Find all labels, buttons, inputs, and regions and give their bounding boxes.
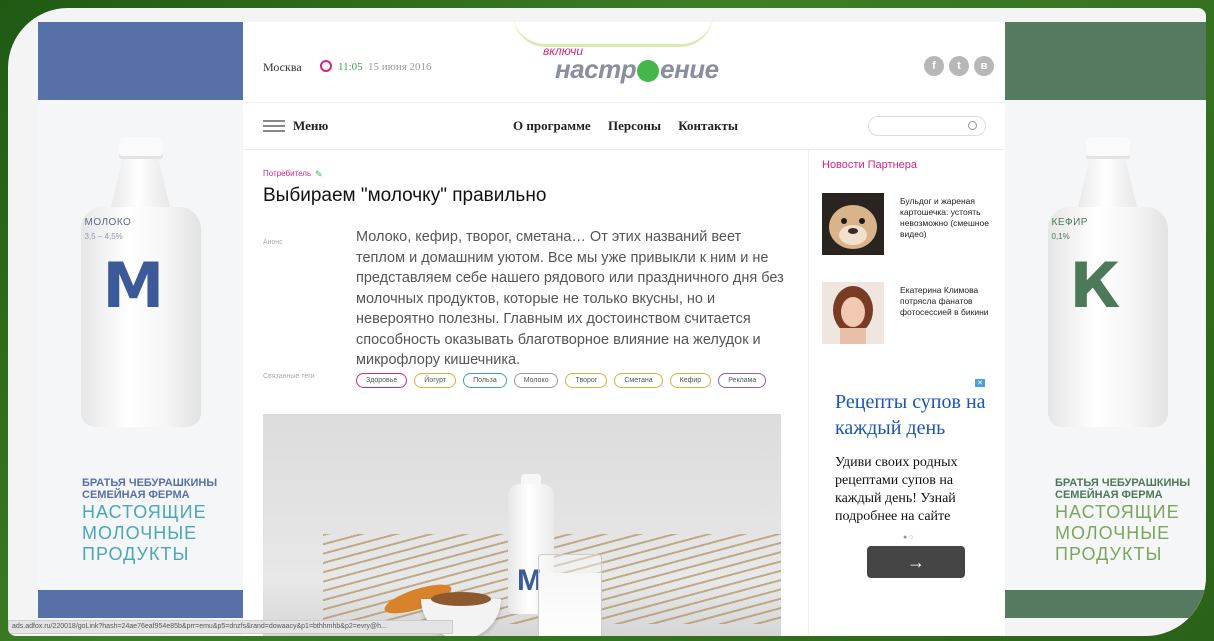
ad-slogan: НАСТОЯЩИЕ МОЛОЧНЫЕ ПРОДУКТЫ — [1055, 502, 1180, 564]
bottle-neck — [110, 159, 171, 209]
partner-news-text[interactable]: Екатерина Климова потрясла фанатов фотос… — [900, 285, 1000, 318]
logo-swoosh-decoration — [513, 14, 713, 47]
ad-arrow-button[interactable]: → — [867, 546, 965, 578]
left-banner-ad[interactable]: МОЛОКО 3,5 – 4,5% М БРАТЬЯ ЧЕБУРАШКИНЫ С… — [38, 22, 243, 618]
nav-links: О программе Персоны Контакты — [513, 118, 752, 134]
logo-text-end: ение — [660, 54, 719, 84]
bottle-fat-percent: 3,5 – 4,5% — [84, 232, 123, 241]
main-navigation: Меню О программе Персоны Контакты — [243, 102, 1005, 150]
bottle-letter: М — [102, 249, 165, 322]
nav-link-persons[interactable]: Персоны — [608, 118, 661, 133]
site-logo[interactable]: настр ение — [555, 54, 719, 85]
tag-list: Здоровье Йогурт Польза Молоко Творог Сметана К… — [356, 369, 773, 388]
twitter-icon[interactable]: t — [949, 56, 969, 76]
search-icon[interactable] — [968, 121, 977, 130]
logo-text-start: настр — [555, 54, 637, 84]
pencil-icon: ✎ — [315, 169, 323, 179]
tag-advertising[interactable]: Реклама — [718, 373, 767, 388]
partner-news-text[interactable]: Бульдог и жареная картошечка: устоять не… — [900, 196, 1000, 240]
bottle-neck — [1077, 159, 1138, 209]
browser-status-bar: ads.adfox.ru/220018/goLink?hash=24ae76ea… — [8, 620, 453, 634]
browser-viewport: МОЛОКО 3,5 – 4,5% М БРАТЬЯ ЧЕБУРАШКИНЫ С… — [8, 8, 1206, 636]
hamburger-menu-icon[interactable] — [263, 120, 285, 132]
tag-kefir[interactable]: Кефир — [669, 373, 712, 388]
ad-pagination-dots[interactable]: ● ○ — [903, 534, 913, 541]
recipes-text-ad[interactable]: ✕ Рецепты супов на каждый день Удиви сво… — [819, 374, 999, 578]
site-header: Москва 11:05 15 июня 2016 включи настр ен… — [243, 22, 1005, 102]
brand-name: БРАТЬЯ ЧЕБУРАШКИНЫ — [82, 477, 218, 489]
ad-band-top — [1005, 22, 1206, 100]
logo-power-icon — [637, 60, 660, 83]
bottle-letter: К — [1069, 249, 1121, 322]
kefir-bottle-image: КЕФИР 0,1% К — [1047, 137, 1168, 427]
article-column: Потребитель ✎ Выбираем "молочку" правиль… — [243, 149, 803, 636]
ad-body: Удиви своих родных рецептами супов на ка… — [835, 455, 958, 524]
bottle-label: КЕФИР — [1051, 217, 1088, 228]
brand-name: БРАТЬЯ ЧЕБУРАШКИНЫ — [1055, 477, 1191, 489]
article-title: Выбираем "молочку" правильно — [263, 185, 547, 206]
ad-band-bottom — [38, 590, 243, 618]
bottle-label: МОЛОКО — [84, 217, 132, 228]
current-date: 15 июня 2016 — [368, 61, 432, 73]
ad-title[interactable]: Рецепты супов на каждый день — [835, 389, 995, 441]
tags-label: Связанные теги — [263, 373, 315, 380]
ad-slogan: НАСТОЯЩИЕ МОЛОЧНЫЕ ПРОДУКТЫ — [82, 502, 207, 564]
nav-link-about[interactable]: О программе — [513, 118, 591, 133]
tag-milk[interactable]: Молоко — [513, 373, 559, 388]
article-category[interactable]: Потребитель — [263, 169, 311, 178]
woman-portrait-thumbnail[interactable] — [822, 282, 884, 344]
ad-band-bottom — [1005, 590, 1206, 618]
sidebar: Новости Партнера Бульдог и жареная карто… — [808, 149, 1006, 636]
site-container: Москва 11:05 15 июня 2016 включи настр ен… — [243, 22, 1005, 636]
menu-button[interactable]: Меню — [293, 118, 328, 134]
facebook-icon[interactable]: f — [924, 56, 944, 76]
search-input[interactable] — [868, 116, 986, 136]
clock-icon — [320, 60, 332, 72]
tag-cottage-cheese[interactable]: Творог — [565, 373, 608, 388]
city-label[interactable]: Москва — [263, 60, 302, 75]
lead-label: Анонс — [263, 239, 283, 246]
tag-sour-cream[interactable]: Сметана — [614, 373, 663, 388]
tag-health[interactable]: Здоровье — [356, 373, 408, 388]
brand-subtitle: СЕМЕЙНАЯ ФЕРМА — [1055, 489, 1163, 501]
brand-subtitle: СЕМЕЙНАЯ ФЕРМА — [82, 489, 190, 501]
bottle-cap — [118, 137, 163, 159]
current-time: 11:05 — [338, 61, 363, 73]
bottle-cap — [1085, 137, 1130, 159]
bottle-fat-percent: 0,1% — [1051, 232, 1070, 241]
cereal — [431, 592, 491, 606]
tag-yogurt[interactable]: Йогурт — [414, 373, 457, 388]
glass-of-milk — [538, 554, 602, 636]
partner-news-title: Новости Партнера — [822, 159, 918, 171]
article-photo: М — [263, 414, 781, 636]
ad-band-top — [38, 22, 243, 100]
milk-bottle-image: МОЛОКО 3,5 – 4,5% М — [80, 137, 201, 427]
bulldog-thumbnail[interactable] — [822, 193, 884, 255]
vk-icon[interactable]: в — [974, 56, 994, 76]
article-lead: Молоко, кефир, творог, сметана… От этих … — [356, 229, 784, 368]
right-banner-ad[interactable]: КЕФИР 0,1% К БРАТЬЯ ЧЕБУРАШКИНЫ СЕМЕЙНАЯ… — [1005, 22, 1206, 618]
tag-benefit[interactable]: Польза — [463, 373, 507, 388]
nav-link-contacts[interactable]: Контакты — [678, 118, 738, 133]
ad-close-icon[interactable]: ✕ — [975, 379, 985, 387]
